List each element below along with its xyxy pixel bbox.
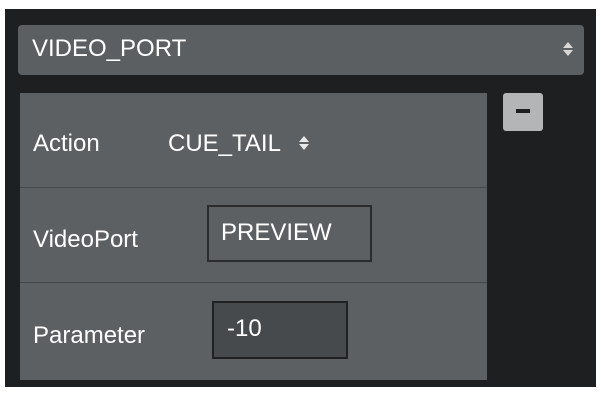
remove-button[interactable] (503, 93, 543, 131)
action-label: Action (33, 130, 100, 157)
parameter-input[interactable]: -10 (212, 301, 348, 359)
port-type-value: VIDEO_PORT (32, 35, 187, 62)
parameters-table: Action CUE_TAIL VideoPort PREVIEW Parame… (20, 93, 487, 380)
updown-arrows-icon (298, 135, 309, 150)
parameter-label: Parameter (33, 322, 146, 349)
updown-arrows-icon (563, 42, 573, 56)
action-select[interactable]: CUE_TAIL (168, 127, 309, 161)
action-value: CUE_TAIL (168, 130, 281, 157)
minus-icon (516, 109, 530, 113)
videoport-label: VideoPort (33, 226, 138, 253)
command-panel: VIDEO_PORT Action CUE_TAIL VideoPort PRE… (5, 9, 596, 387)
videoport-field[interactable]: PREVIEW (207, 205, 372, 262)
port-type-select[interactable]: VIDEO_PORT (18, 25, 584, 75)
